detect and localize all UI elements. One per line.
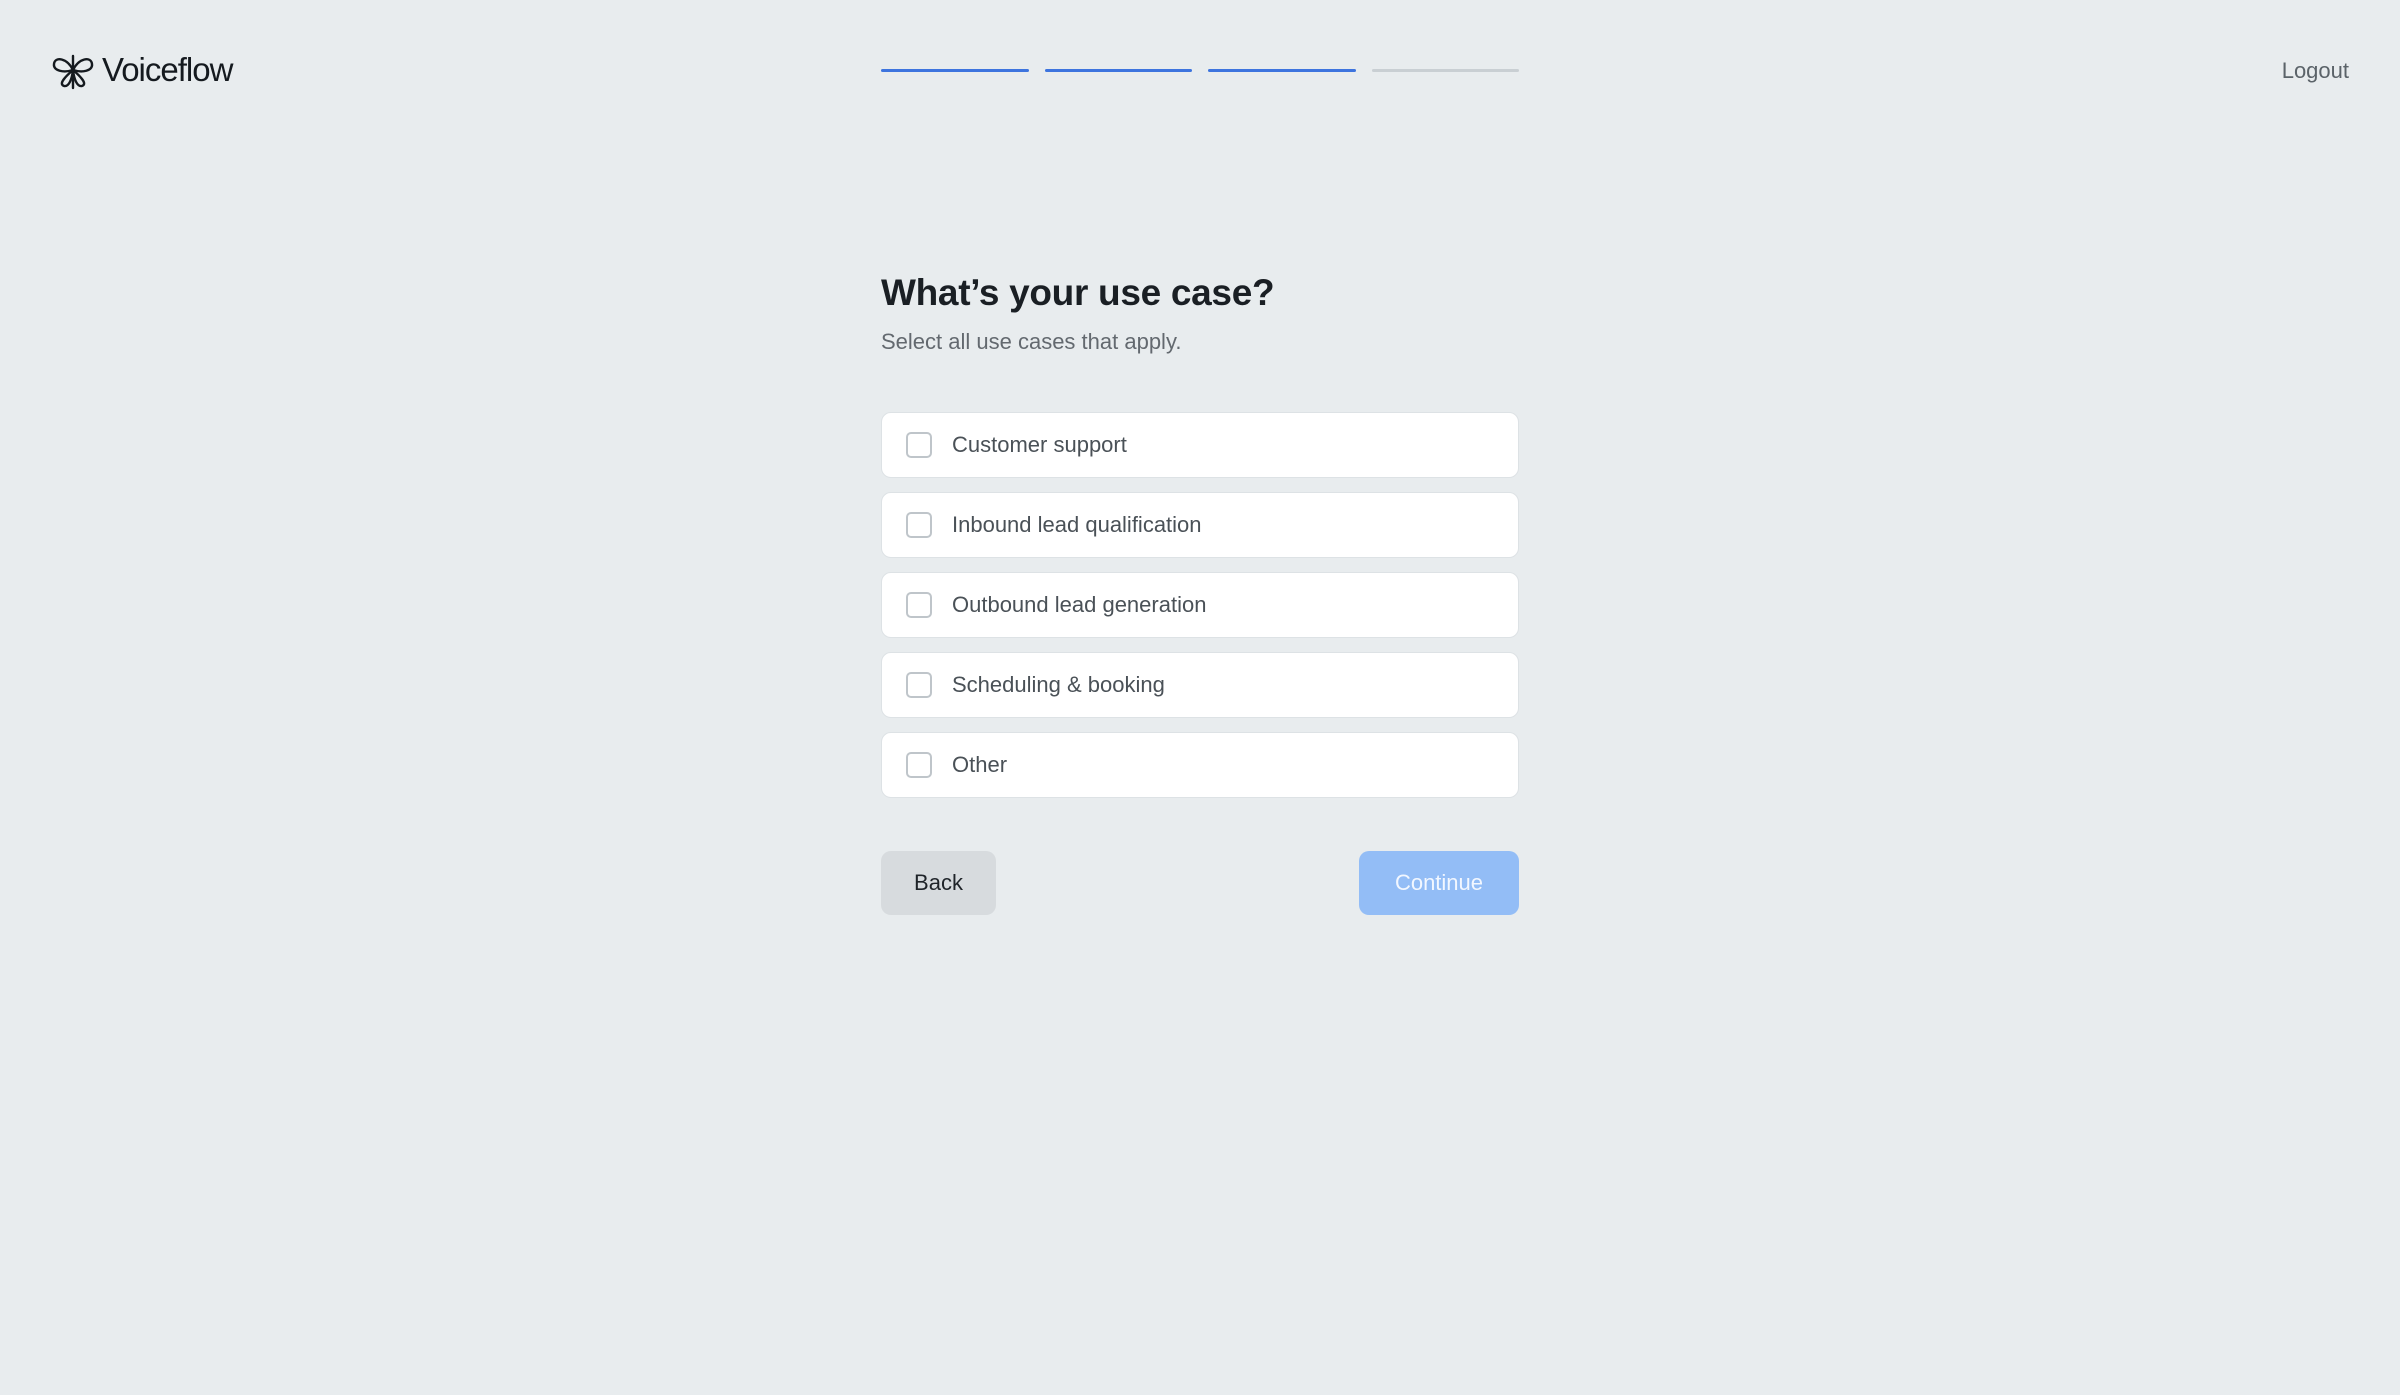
use-case-form: What’s your use case? Select all use cas…: [881, 270, 1519, 915]
option-label: Outbound lead generation: [952, 592, 1207, 617]
voiceflow-logo-icon: [52, 54, 94, 90]
checkbox[interactable]: [906, 592, 932, 618]
option-other[interactable]: Other: [881, 732, 1519, 798]
back-button[interactable]: Back: [881, 851, 996, 915]
option-inbound-lead-qualification[interactable]: Inbound lead qualification: [881, 492, 1519, 558]
form-actions: Back Continue: [881, 851, 1519, 915]
checkbox[interactable]: [906, 432, 932, 458]
option-scheduling-booking[interactable]: Scheduling & booking: [881, 652, 1519, 718]
option-outbound-lead-generation[interactable]: Outbound lead generation: [881, 572, 1519, 638]
progress-step-3: [1208, 69, 1356, 72]
page-subtitle: Select all use cases that apply.: [881, 329, 1182, 354]
progress-indicator: [881, 69, 1519, 72]
voiceflow-logo[interactable]: Voiceflow: [50, 50, 233, 90]
logout-button[interactable]: Logout: [2282, 56, 2349, 86]
checkbox[interactable]: [906, 512, 932, 538]
option-customer-support[interactable]: Customer support: [881, 412, 1519, 478]
page-title: What’s your use case?: [881, 272, 1275, 313]
continue-button[interactable]: Continue: [1359, 851, 1519, 915]
option-label: Inbound lead qualification: [952, 512, 1202, 537]
logo-text: Voiceflow: [102, 51, 233, 88]
option-label: Customer support: [952, 432, 1127, 457]
progress-step-1: [881, 69, 1029, 72]
use-case-options: Customer support Inbound lead qualificat…: [881, 412, 1519, 798]
checkbox[interactable]: [906, 672, 932, 698]
option-label: Scheduling & booking: [952, 672, 1165, 697]
option-label: Other: [952, 752, 1008, 777]
checkbox[interactable]: [906, 752, 932, 778]
progress-step-4: [1371, 69, 1519, 72]
progress-step-2: [1044, 69, 1192, 72]
